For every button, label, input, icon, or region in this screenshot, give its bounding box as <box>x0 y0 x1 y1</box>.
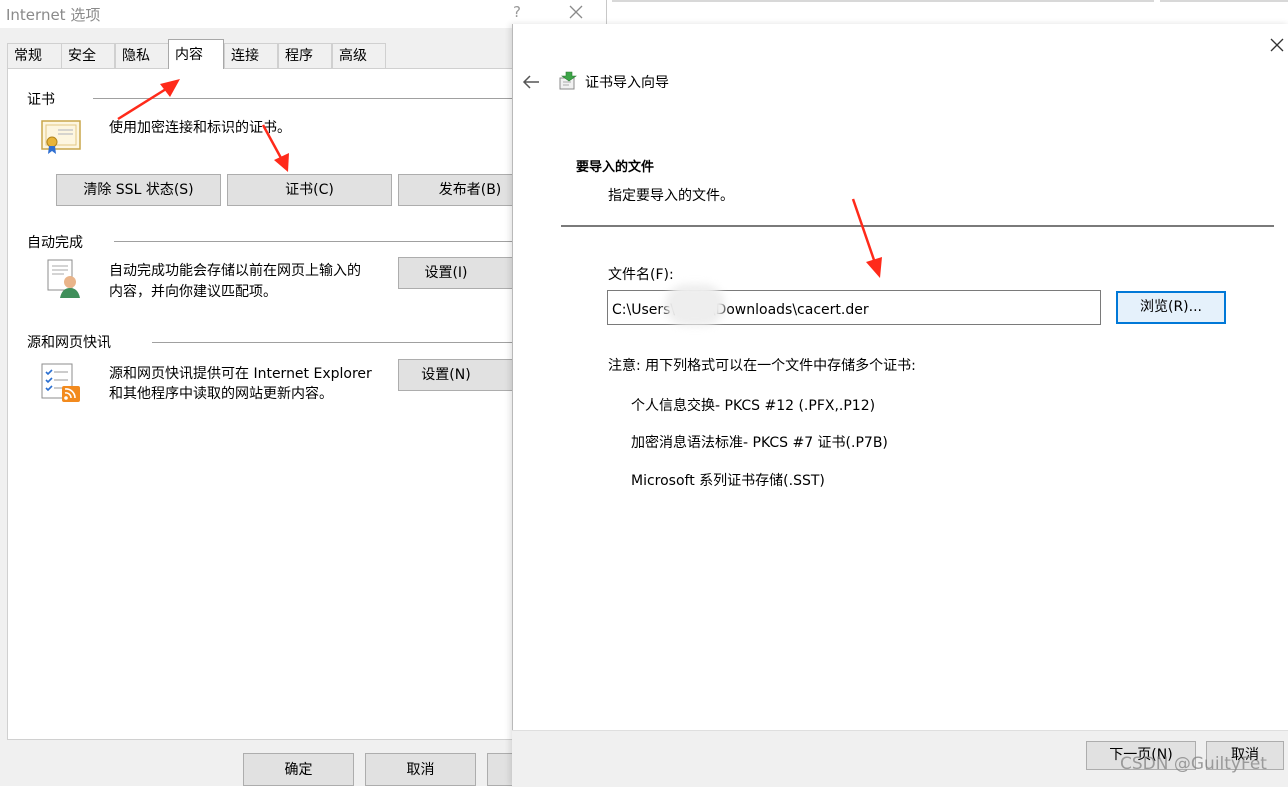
file-name-label: 文件名(F): <box>608 267 674 283</box>
certificate-wizard-icon <box>559 71 577 90</box>
close-icon[interactable] <box>566 2 586 22</box>
certificate-icon <box>41 120 81 154</box>
tab-privacy[interactable]: 隐私 <box>115 43 169 68</box>
group-divider <box>152 342 514 343</box>
redaction-blur <box>665 284 725 326</box>
certificates-description: 使用加密连接和标识的证书。 <box>109 120 291 136</box>
tab-general[interactable]: 常规 <box>7 43 63 68</box>
format-item-pkcs12: 个人信息交换- PKCS #12 (.PFX,.P12) <box>631 398 876 414</box>
autocomplete-icon <box>47 259 80 298</box>
feed-icon <box>41 363 80 402</box>
wizard-title: 证书导入向导 <box>585 75 669 91</box>
feeds-settings-button[interactable]: 设置(N) <box>398 359 528 391</box>
ok-button[interactable]: 确定 <box>243 753 354 786</box>
certificates-group-label: 证书 <box>27 92 55 108</box>
watermark: CSDN @GuiltyFet <box>1120 754 1267 774</box>
background-window-edge <box>612 0 1154 2</box>
certificate-import-wizard <box>512 24 1288 786</box>
back-arrow-icon[interactable] <box>520 72 542 92</box>
background-window-edge <box>1160 0 1288 2</box>
feeds-description-line1: 源和网页快讯提供可在 Internet Explorer <box>109 366 372 382</box>
group-divider <box>93 98 513 99</box>
group-divider <box>114 241 514 242</box>
wizard-heading: 要导入的文件 <box>576 160 655 175</box>
cancel-button[interactable]: 取消 <box>365 753 476 786</box>
format-item-pkcs7: 加密消息语法标准- PKCS #7 证书(.P7B) <box>631 435 888 451</box>
formats-note: 注意: 用下列格式可以在一个文件中存储多个证书: <box>608 358 916 374</box>
autocomplete-group-label: 自动完成 <box>27 235 83 251</box>
tab-connections[interactable]: 连接 <box>224 43 278 68</box>
help-button[interactable]: ? <box>513 3 521 21</box>
tab-programs[interactable]: 程序 <box>278 43 332 68</box>
publishers-button[interactable]: 发布者(B) <box>398 174 528 206</box>
feeds-group-label: 源和网页快讯 <box>27 335 111 351</box>
tab-security[interactable]: 安全 <box>61 43 115 68</box>
background-window-strip <box>606 0 1288 24</box>
autocomplete-description-line1: 自动完成功能会存储以前在网页上输入的 <box>109 263 361 279</box>
tab-advanced[interactable]: 高级 <box>332 43 386 68</box>
autocomplete-settings-button[interactable]: 设置(I) <box>398 257 528 289</box>
close-icon[interactable] <box>1268 36 1286 54</box>
wizard-separator <box>561 225 1274 227</box>
wizard-subheading: 指定要导入的文件。 <box>608 188 734 204</box>
browse-button[interactable]: 浏览(R)... <box>1116 291 1226 324</box>
feeds-description-line2: 和其他程序中读取的网站更新内容。 <box>109 386 333 402</box>
clear-ssl-state-button[interactable]: 清除 SSL 状态(S) <box>56 174 221 206</box>
autocomplete-description-line2: 内容，并向你建议匹配项。 <box>109 284 277 300</box>
internet-options-title: Internet 选项 <box>6 6 101 24</box>
certificates-button[interactable]: 证书(C) <box>227 174 392 206</box>
tab-content[interactable]: 内容 <box>168 39 224 69</box>
format-item-sst: Microsoft 系列证书存储(.SST) <box>631 473 825 489</box>
